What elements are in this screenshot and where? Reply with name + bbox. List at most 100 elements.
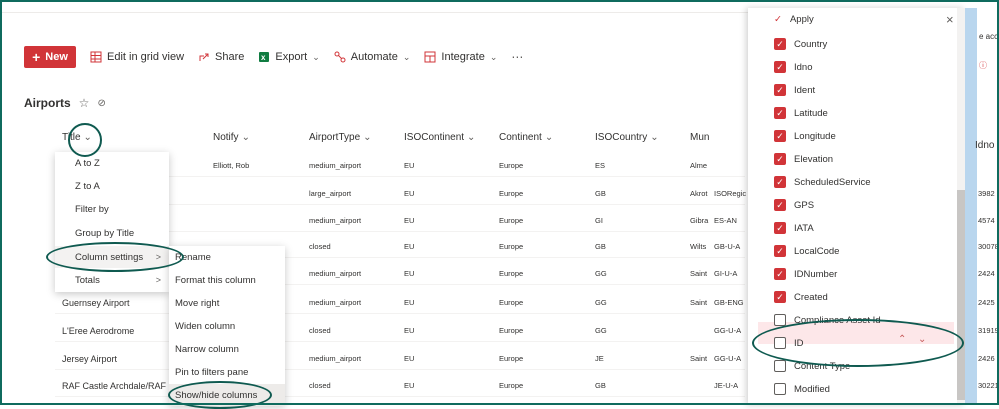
checkbox[interactable]: ✓ (774, 84, 786, 96)
cell-isocont: EU (404, 298, 415, 307)
menu-item-filter-by[interactable]: Filter by (55, 198, 169, 220)
cell-isoctry: GB (595, 242, 606, 251)
cell-isocont: EU (404, 216, 415, 225)
submenu-item-move-right[interactable]: Move right (169, 292, 285, 314)
submenu-item-widen[interactable]: Widen column (169, 315, 285, 337)
submenu-item-format[interactable]: Format this column (169, 269, 285, 291)
cell-idno: 3982 (978, 189, 995, 198)
column-toggle-label: GPS (794, 199, 815, 211)
column-toggle-longitude[interactable]: ✓ Longitude (774, 127, 836, 145)
cell-idno: 30078 (978, 242, 999, 251)
checkbox[interactable]: ✓ (774, 107, 786, 119)
menu-item-label: Format this column (175, 274, 256, 286)
integrate-icon (424, 51, 436, 63)
submenu-item-pin[interactable]: Pin to filters pane (169, 361, 285, 383)
column-header-continent[interactable]: Continent ⌄ (499, 132, 553, 143)
menu-item-totals[interactable]: Totals > (55, 269, 169, 291)
checkbox[interactable]: ✓ (774, 245, 786, 257)
checkbox[interactable]: ✓ (774, 199, 786, 211)
column-toggle-idnumber[interactable]: ✓ IDNumber (774, 265, 837, 283)
apply-button[interactable]: ✓ Apply (774, 14, 814, 25)
integrate-button[interactable]: Integrate ⌄ (424, 51, 497, 63)
checkbox[interactable] (774, 314, 786, 326)
column-toggle-idno[interactable]: ✓ Idno (774, 58, 813, 76)
menu-item-label: Move right (175, 297, 220, 309)
column-toggle-ident[interactable]: ✓ Ident (774, 81, 815, 99)
column-toggle-label: LocalCode (794, 245, 840, 257)
checkbox[interactable] (774, 360, 786, 372)
column-toggle-iata[interactable]: ✓ IATA (774, 219, 814, 237)
cell-mun: Wilts (690, 242, 707, 251)
column-toggle-elevation[interactable]: ✓ Elevation (774, 150, 833, 168)
checkbox[interactable]: ✓ (774, 268, 786, 280)
column-toggle-latitude[interactable]: ✓ Latitude (774, 104, 828, 122)
checkbox[interactable]: ✓ (774, 38, 786, 50)
automate-icon (334, 51, 346, 63)
move-down-icon[interactable]: ⌄ (918, 334, 926, 345)
column-header-isocountry[interactable]: ISOCountry ⌄ (595, 132, 659, 143)
menu-item-group-by[interactable]: Group by Title (55, 222, 169, 244)
more-button[interactable]: ⋯ (511, 50, 523, 64)
column-toggle-scheduledservice[interactable]: ✓ ScheduledService (774, 173, 871, 191)
column-toggle-localcode[interactable]: ✓ LocalCode (774, 242, 839, 260)
column-header-idno[interactable]: Idno (975, 140, 994, 151)
apply-label: Apply (789, 14, 814, 25)
cell-type: closed (309, 242, 331, 251)
cell-isocont: EU (404, 381, 415, 390)
menu-item-label: Column settings (75, 251, 144, 263)
info-icon[interactable]: ⓘ (979, 60, 987, 71)
column-header-notify[interactable]: Notify ⌄ (213, 132, 250, 143)
column-toggle-content-type[interactable]: Content Type (774, 357, 850, 375)
menu-item-column-settings[interactable]: Column settings > (55, 246, 169, 268)
column-toggle-created[interactable]: ✓ Created (774, 288, 828, 306)
star-icon[interactable]: ☆ (79, 96, 90, 110)
menu-item-a-to-z[interactable]: A to Z (55, 152, 169, 174)
column-toggle-gps[interactable]: ✓ GPS (774, 196, 814, 214)
submenu-item-show-hide[interactable]: Show/hide columns (169, 384, 285, 406)
checkbox[interactable]: ✓ (774, 130, 786, 142)
export-button[interactable]: x Export ⌄ (258, 51, 320, 63)
column-header-mun[interactable]: Mun (690, 132, 709, 143)
cell-title[interactable]: Jersey Airport (62, 354, 117, 364)
column-toggle-label: ScheduledService (794, 176, 871, 188)
page-title: Airports (24, 96, 71, 110)
column-toggle-label: Modified (794, 383, 830, 395)
cell-idno: 2425 (978, 298, 995, 307)
chevron-down-icon: ⌄ (241, 132, 250, 143)
right-edge-text: e acc (979, 32, 999, 41)
submenu-item-narrow[interactable]: Narrow column (169, 338, 285, 360)
checkbox[interactable]: ✓ (774, 291, 786, 303)
cell-type: large_airport (309, 189, 352, 198)
submenu-item-rename[interactable]: Rename (169, 246, 285, 268)
panel-scrollbar-thumb[interactable] (957, 190, 965, 400)
column-header-title[interactable]: Title ⌄ (62, 132, 92, 143)
column-toggle-country[interactable]: ✓ Country (774, 35, 827, 53)
more-icon: ⋯ (511, 50, 524, 64)
column-toggle-modified[interactable]: Modified (774, 380, 830, 398)
checkbox[interactable]: ✓ (774, 176, 786, 188)
column-header-airporttype[interactable]: AirportType ⌄ (309, 132, 372, 143)
checkbox[interactable] (774, 383, 786, 395)
menu-item-z-to-a[interactable]: Z to A (55, 175, 169, 197)
share-button[interactable]: Share (198, 51, 244, 63)
excel-icon: x (259, 52, 270, 62)
cell-idno: 4574 (978, 216, 995, 225)
cell-title[interactable]: L'Eree Aerodrome (62, 326, 134, 336)
checkbox[interactable] (774, 337, 786, 349)
move-up-icon[interactable]: ⌃ (898, 334, 906, 345)
edit-grid-button[interactable]: Edit in grid view (90, 51, 184, 63)
column-toggle-id[interactable]: ID (774, 334, 804, 352)
column-settings-submenu: Rename Format this column Move right Wid… (169, 246, 285, 406)
checkbox[interactable]: ✓ (774, 222, 786, 234)
close-icon[interactable]: × (946, 12, 954, 27)
check-icon: ✓ (776, 268, 784, 279)
cell-title[interactable]: Guernsey Airport (62, 298, 130, 308)
checkbox[interactable]: ✓ (774, 153, 786, 165)
column-toggle-compliance-asset-id[interactable]: Compliance Asset Id (774, 311, 881, 329)
new-button[interactable]: + New (24, 46, 76, 68)
column-header-isocontinent[interactable]: ISOContinent ⌄ (404, 132, 475, 143)
checkbox[interactable]: ✓ (774, 61, 786, 73)
automate-button[interactable]: Automate ⌄ (334, 51, 410, 63)
cell-title[interactable]: RAF Castle Archdale/RAF Lo (62, 381, 179, 391)
cell-isocont: EU (404, 189, 415, 198)
